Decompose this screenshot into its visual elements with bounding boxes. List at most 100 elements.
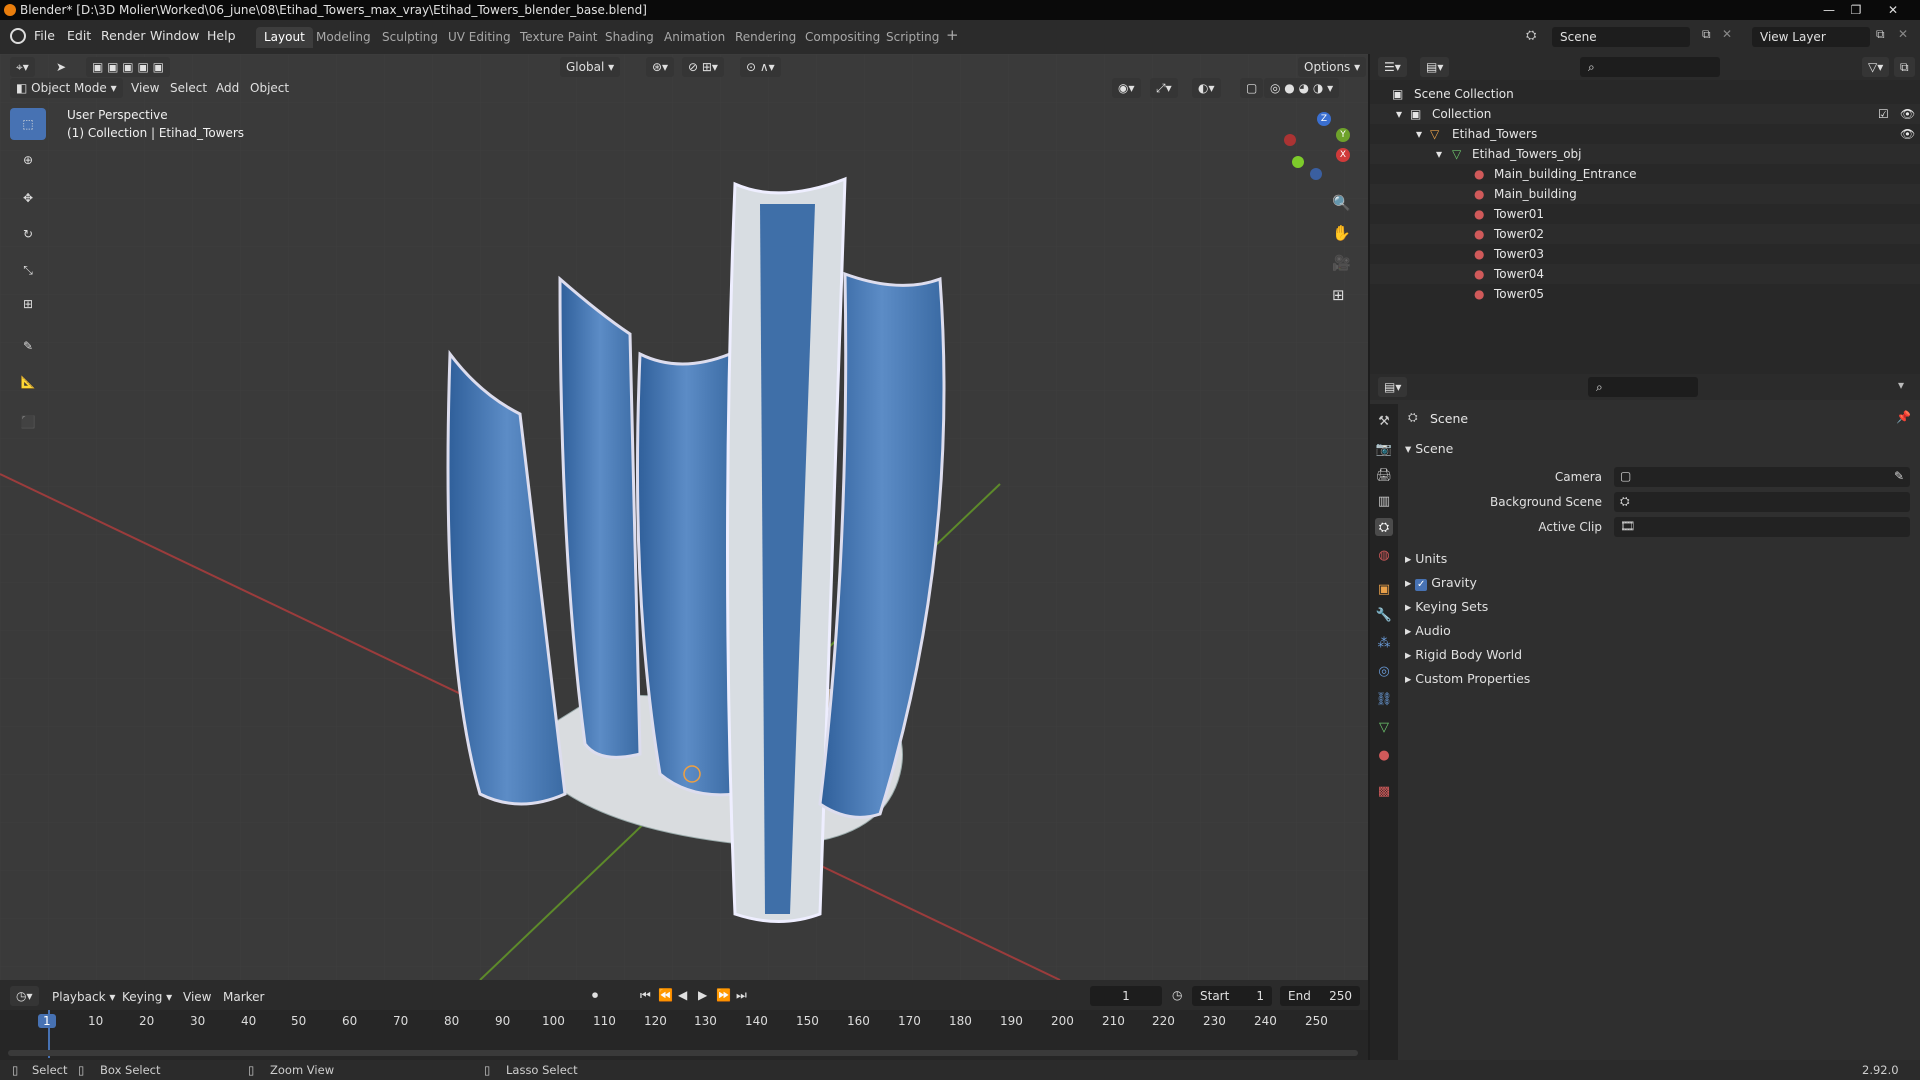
play-icon[interactable]: ▶ (698, 988, 707, 1002)
delete-scene-icon[interactable]: ✕ (1722, 27, 1732, 41)
gravity-checkbox[interactable]: ✓ (1415, 579, 1428, 591)
start-frame-field[interactable]: Start 1 (1192, 986, 1272, 1006)
select-mode-buttons[interactable]: ▣ ▣ ▣ ▣ ▣ (86, 57, 170, 77)
tool-tab-icon[interactable]: ⚒ (1375, 412, 1393, 430)
timeline-editor-type-icon[interactable]: ◷▾ (10, 986, 39, 1006)
particles-tab-icon[interactable]: ⁂ (1375, 634, 1393, 652)
gizmo-z-axis[interactable]: Z (1317, 112, 1331, 126)
output-tab-icon[interactable]: 🖨 (1375, 466, 1393, 484)
new-collection-icon[interactable]: ⧉ (1894, 57, 1915, 77)
outliner-row-material[interactable]: ● Tower05 (1370, 284, 1920, 304)
outliner-row-material[interactable]: ● Tower01 (1370, 204, 1920, 224)
menu-edit[interactable]: Edit (67, 28, 91, 43)
gizmo-neg-x[interactable] (1284, 134, 1296, 146)
outliner-row-collection[interactable]: ▾ ▣ Collection ☑ 👁 (1370, 104, 1920, 124)
restore-icon[interactable]: ❐ (1843, 0, 1869, 20)
timeline-scrollbar[interactable] (8, 1050, 1358, 1056)
outliner-row-object[interactable]: ▾ ▽ Etihad_Towers 👁 (1370, 124, 1920, 144)
gizmo-toggle-icon[interactable]: ⤢▾ (1150, 78, 1178, 98)
world-tab-icon[interactable]: ◍ (1375, 546, 1393, 564)
tab-shading[interactable]: Shading (597, 27, 662, 48)
new-view-layer-icon[interactable]: ⧉ (1876, 27, 1885, 42)
annotate-tool-icon[interactable]: ✎ (10, 330, 46, 362)
snap-icon[interactable]: ⊘ ⊞▾ (682, 57, 724, 77)
outliner-row-material[interactable]: ● Main_building (1370, 184, 1920, 204)
texture-tab-icon[interactable]: ▩ (1375, 782, 1393, 800)
tab-layout[interactable]: Layout (256, 27, 313, 48)
tab-sculpting[interactable]: Sculpting (374, 27, 446, 48)
jump-end-icon[interactable]: ⏭ (736, 988, 747, 1003)
constraints-tab-icon[interactable]: ⛓ (1375, 690, 1393, 708)
prev-keyframe-icon[interactable]: ⏪ (658, 988, 673, 1002)
outliner-row-mesh[interactable]: ▾ ▽ Etihad_Towers_obj (1370, 144, 1920, 164)
transform-orientation-dropdown[interactable]: Global ▾ (560, 57, 621, 77)
timeline-menu-playback[interactable]: Playback ▾ (52, 990, 115, 1004)
view-layer-field[interactable]: View Layer (1752, 27, 1870, 47)
timeline-menu-keying[interactable]: Keying ▾ (122, 990, 172, 1004)
custom-properties-panel-header[interactable]: ▸ Custom Properties (1405, 671, 1530, 686)
menu-file[interactable]: File (34, 28, 55, 43)
timeline-menu-marker[interactable]: Marker (223, 990, 264, 1004)
eye-icon[interactable]: 👁 (1900, 104, 1915, 124)
physics-tab-icon[interactable]: ◎ (1375, 662, 1393, 680)
menu-window[interactable]: Window (150, 28, 199, 43)
tab-compositing[interactable]: Compositing (797, 27, 888, 48)
tab-animation[interactable]: Animation (656, 27, 733, 48)
menu-help[interactable]: Help (207, 28, 236, 43)
tab-rendering[interactable]: Rendering (727, 27, 804, 48)
menu-render[interactable]: Render (101, 28, 146, 43)
chevron-down-icon[interactable]: ▾ (1898, 378, 1904, 392)
overlay-toggle-icon[interactable]: ◐▾ (1192, 78, 1221, 98)
minimize-icon[interactable]: — (1816, 0, 1842, 20)
timeline-menu-view[interactable]: View (183, 990, 211, 1004)
outliner-search-input[interactable]: ⌕ (1580, 57, 1720, 77)
3d-viewport[interactable] (0, 54, 1368, 980)
properties-editor-type-icon[interactable]: ▤▾ (1378, 377, 1408, 397)
blender-menu-icon[interactable] (10, 28, 26, 44)
viewport-menu-object[interactable]: Object (250, 81, 289, 95)
outliner-editor-type-icon[interactable]: ☰▾ (1378, 57, 1407, 77)
delete-view-layer-icon[interactable]: ✕ (1898, 27, 1908, 41)
mode-dropdown[interactable]: ◧ Object Mode ▾ (10, 78, 123, 98)
transform-tool-icon[interactable]: ⊞ (10, 288, 46, 320)
tab-scripting[interactable]: Scripting (878, 27, 947, 48)
xray-icon[interactable]: ▢ (1240, 78, 1264, 98)
gizmo-neg-z[interactable] (1310, 168, 1322, 180)
units-panel-header[interactable]: ▸ Units (1405, 551, 1447, 566)
modifier-tab-icon[interactable]: 🔧 (1375, 606, 1393, 624)
current-frame-field[interactable]: 1 (1090, 986, 1162, 1006)
audio-panel-header[interactable]: ▸ Audio (1405, 623, 1451, 638)
outliner-row-material[interactable]: ● Tower04 (1370, 264, 1920, 284)
gravity-panel-header[interactable]: ▸ ✓ Gravity (1405, 575, 1477, 591)
camera-view-icon[interactable]: 🎥 (1332, 254, 1351, 272)
viewport-menu-view[interactable]: View (131, 81, 159, 95)
select-box-tool-icon[interactable]: ⬚ (10, 108, 46, 140)
ortho-grid-icon[interactable]: ⊞ (1332, 286, 1345, 304)
viewport-menu-select[interactable]: Select (170, 81, 207, 95)
clock-icon[interactable]: ◷ (1172, 988, 1182, 1002)
filter-icon[interactable]: ▽▾ (1862, 57, 1890, 77)
background-scene-field[interactable]: ⛭ (1614, 492, 1910, 512)
expand-arrow-icon[interactable]: ▾ (1416, 124, 1422, 144)
tab-modeling[interactable]: Modeling (308, 27, 379, 48)
scene-panel-header[interactable]: ▾ Scene (1405, 441, 1453, 456)
zoom-icon[interactable]: 🔍 (1332, 194, 1351, 212)
proportional-edit-icon[interactable]: ⊙ ∧▾ (740, 57, 781, 77)
new-scene-icon[interactable]: ⧉ (1702, 27, 1711, 42)
rotate-tool-icon[interactable]: ↻ (10, 218, 46, 250)
viewport-menu-add[interactable]: Add (216, 81, 239, 95)
scene-name-field[interactable]: Scene (1552, 27, 1690, 47)
data-tab-icon[interactable]: ▽ (1375, 718, 1393, 736)
object-tab-icon[interactable]: ▣ (1375, 580, 1393, 598)
pivot-icon[interactable]: ⊛▾ (646, 57, 675, 77)
editor-type-icon[interactable]: ⌖▾ (10, 57, 35, 77)
scale-tool-icon[interactable]: ⤡ (10, 254, 46, 286)
display-mode-icon[interactable]: ▤▾ (1420, 57, 1450, 77)
jump-start-icon[interactable]: ⏮ (640, 988, 651, 1003)
measure-tool-icon[interactable]: 📐 (10, 366, 46, 398)
visibility-icon[interactable]: ◉▾ (1112, 78, 1141, 98)
render-tab-icon[interactable]: 📷 (1375, 440, 1393, 458)
active-clip-field[interactable]: 🎞 (1614, 517, 1910, 537)
add-cube-tool-icon[interactable]: ⬛ (10, 406, 46, 438)
scene-selector-icon[interactable]: ⛭ (1526, 28, 1536, 43)
